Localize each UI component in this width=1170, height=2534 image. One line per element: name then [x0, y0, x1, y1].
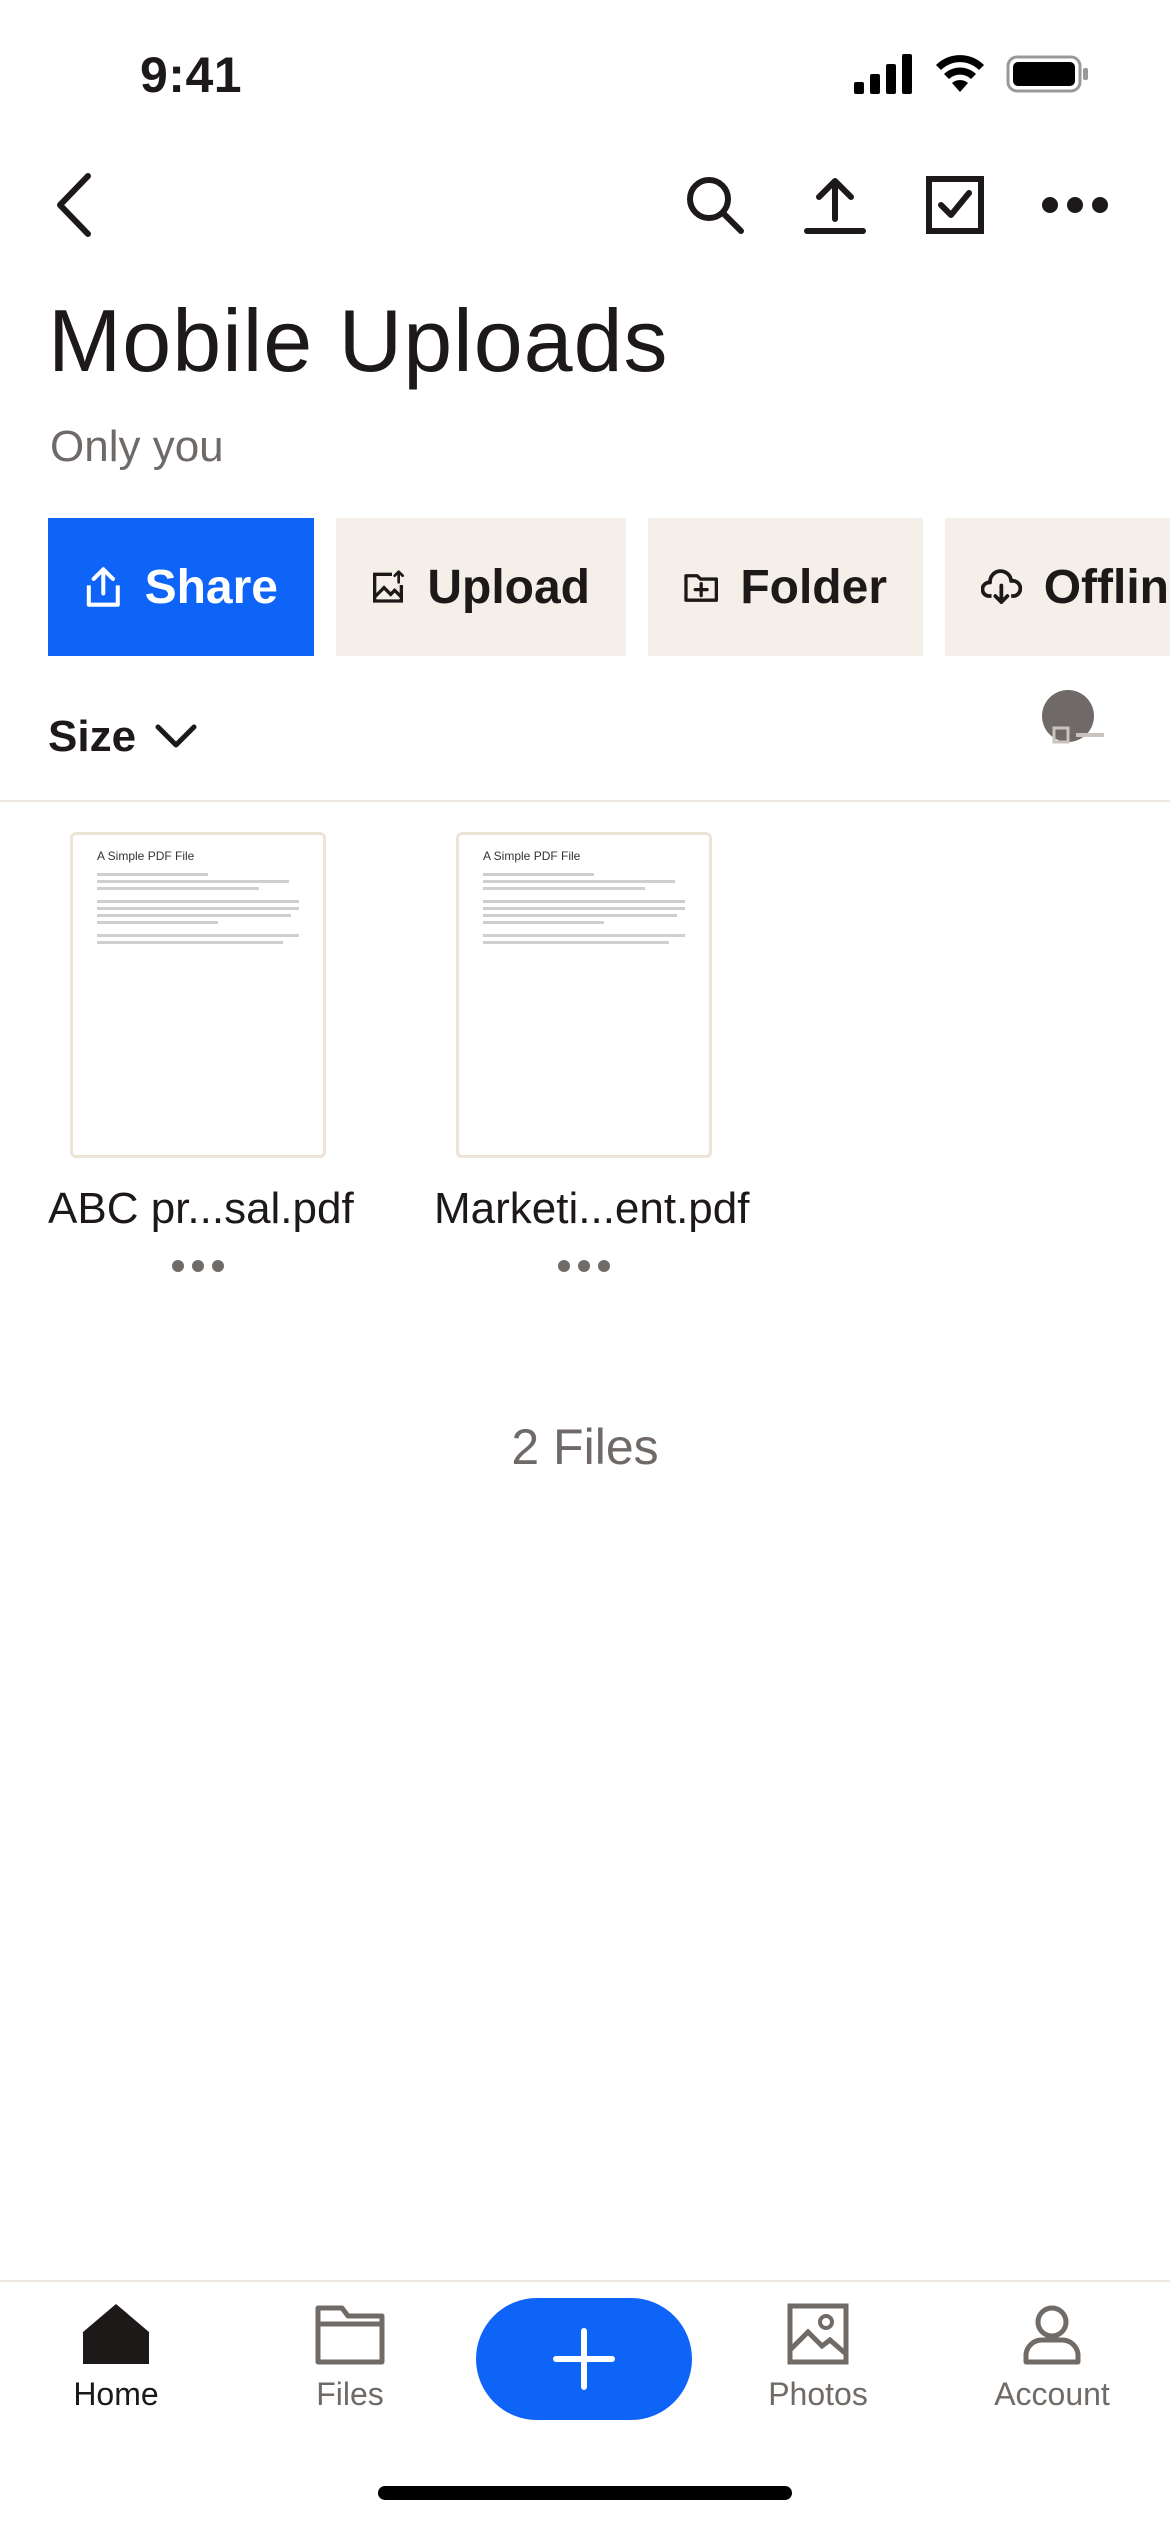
tab-account[interactable]: Account: [952, 2302, 1152, 2413]
pdf-thumbnail: A Simple PDF File: [456, 832, 712, 1158]
account-icon: [1023, 2305, 1081, 2365]
pdf-preview-title: A Simple PDF File: [483, 849, 581, 863]
tab-account-label: Account: [994, 2376, 1110, 2412]
new-folder-button[interactable]: Folder: [648, 518, 923, 656]
wifi-icon: [936, 55, 984, 92]
action-chips: Share Upload Folder Offlin: [48, 518, 1170, 656]
sort-selector[interactable]: Size: [48, 712, 198, 762]
tab-files[interactable]: Files: [250, 2302, 450, 2413]
cellular-signal-icon: [854, 54, 912, 94]
share-button[interactable]: Share: [48, 518, 314, 656]
upload-icon: [804, 178, 866, 234]
chevron-down-icon: [155, 724, 197, 748]
more-button[interactable]: [1030, 160, 1120, 250]
share-icon: [86, 567, 120, 607]
offline-label: Offlin: [1043, 560, 1169, 614]
view-toggle-button[interactable]: [1040, 690, 1110, 760]
back-button[interactable]: [30, 160, 120, 250]
file-name: ABC pr...sal.pdf: [48, 1184, 354, 1233]
tab-home-label: Home: [73, 2376, 159, 2412]
home-icon: [83, 2304, 149, 2364]
new-folder-icon: [684, 574, 718, 602]
pdf-preview-title: A Simple PDF File: [97, 849, 195, 863]
sharing-status: Only you: [50, 422, 224, 471]
more-icon: [1042, 197, 1108, 213]
file-more-button[interactable]: [48, 1260, 348, 1272]
search-icon: [687, 177, 744, 234]
divider: [0, 800, 1170, 802]
upload-photo-icon: [373, 570, 405, 603]
list-view-icon: [1042, 690, 1104, 744]
folder-icon: [315, 2305, 385, 2365]
tab-photos[interactable]: Photos: [718, 2302, 918, 2413]
select-button[interactable]: [910, 160, 1000, 250]
select-icon: [926, 176, 984, 234]
offline-button[interactable]: Offlin: [945, 518, 1170, 656]
sort-label: Size: [48, 712, 137, 761]
upload-button[interactable]: [790, 160, 880, 250]
file-more-button[interactable]: [434, 1260, 734, 1272]
toolbar: [670, 160, 1120, 250]
photos-icon: [787, 2303, 849, 2365]
plus-icon: [553, 2328, 615, 2390]
status-icons: [854, 54, 1090, 94]
upload-label: Upload: [427, 560, 590, 614]
share-label: Share: [144, 560, 278, 614]
create-fab-button[interactable]: [476, 2298, 692, 2420]
tab-photos-label: Photos: [768, 2376, 868, 2412]
tab-files-label: Files: [316, 2376, 384, 2412]
search-button[interactable]: [670, 160, 760, 250]
status-time: 9:41: [140, 47, 243, 103]
pdf-thumbnail: A Simple PDF File: [70, 832, 326, 1158]
file-name: Marketi...ent.pdf: [434, 1184, 750, 1233]
battery-icon: [1006, 55, 1088, 93]
upload-photo-button[interactable]: Upload: [336, 518, 626, 656]
home-indicator: [378, 2486, 792, 2500]
file-item[interactable]: A Simple PDF File ABC pr...sal.pdf: [48, 832, 354, 1272]
offline-download-icon: [981, 569, 1022, 604]
back-icon: [57, 173, 91, 237]
page-title: Mobile Uploads: [48, 291, 669, 390]
folder-label: Folder: [740, 560, 887, 614]
tab-home[interactable]: Home: [16, 2302, 216, 2413]
file-item[interactable]: A Simple PDF File Marketi...ent.pdf: [434, 832, 750, 1272]
file-count: 2 Files: [511, 1419, 659, 1475]
